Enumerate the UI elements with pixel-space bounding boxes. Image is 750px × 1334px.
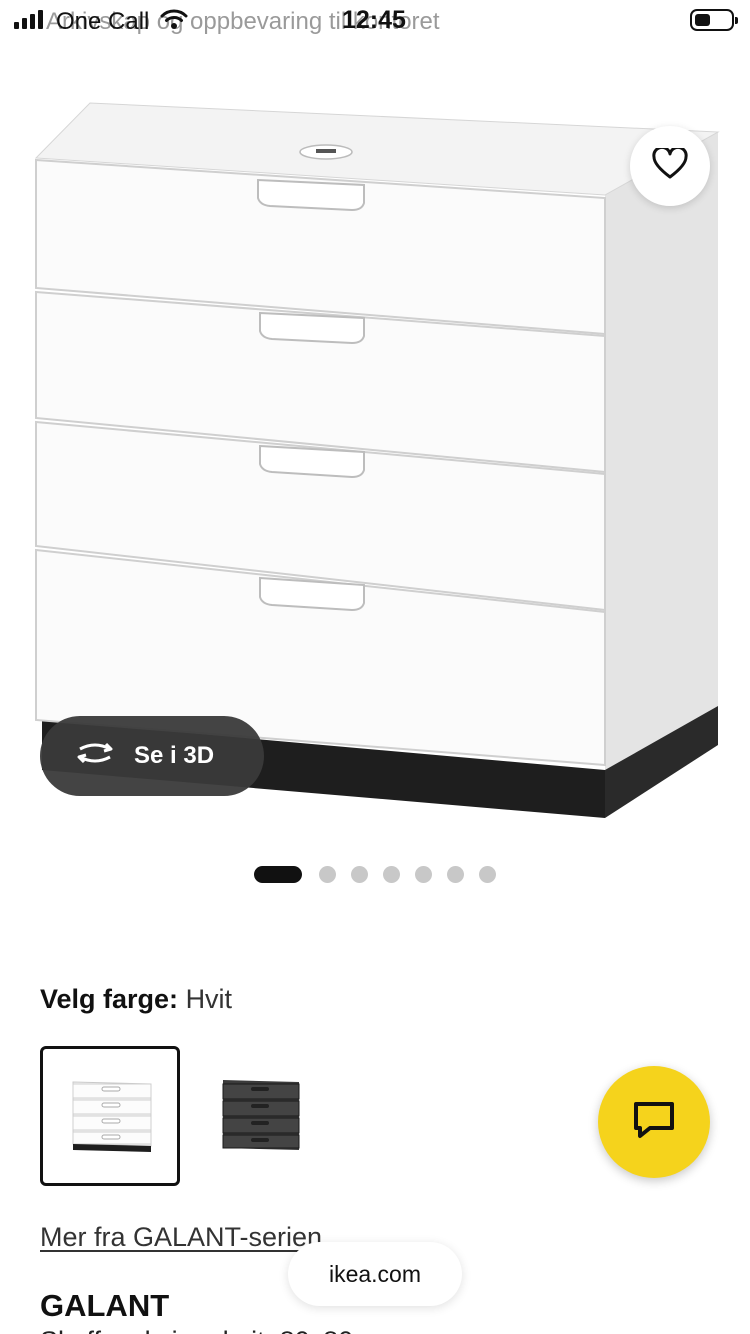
color-swatch-white[interactable]	[40, 1046, 180, 1186]
carousel-dot-active[interactable]	[254, 866, 302, 883]
heart-outline-icon	[652, 145, 688, 185]
product-description: Skuffeseksjon, hvit, 80x80 cm	[40, 1326, 397, 1334]
carousel-dot[interactable]	[447, 866, 464, 883]
browser-url: ikea.com	[328, 1260, 422, 1287]
view-3d-label: Se i 3D	[134, 742, 215, 769]
color-value: Hvit	[185, 984, 233, 1014]
color-swatch-black[interactable]	[186, 1046, 326, 1186]
carousel-dot[interactable]	[479, 866, 496, 883]
carrier-name: One Call	[56, 8, 150, 35]
battery-icon	[690, 9, 738, 31]
black-drawer-thumbnail	[222, 1080, 300, 1150]
rotate-3d-icon	[74, 739, 116, 774]
status-bar: Arkivskap og oppbevaring til kontoret On…	[0, 0, 750, 40]
white-drawer-thumbnail	[72, 1081, 152, 1152]
browser-url-bar[interactable]: ikea.com	[288, 1242, 462, 1306]
clock: 12:45	[342, 6, 406, 34]
color-selection-label: Velg farge: Hvit	[40, 984, 232, 1015]
wifi-icon	[160, 8, 188, 35]
favorite-button[interactable]	[630, 126, 710, 206]
carousel-dot[interactable]	[319, 866, 336, 883]
carousel-indicator[interactable]	[254, 866, 496, 883]
chat-bubble-icon	[632, 1100, 676, 1145]
view-3d-button[interactable]: Se i 3D	[40, 716, 264, 796]
series-link[interactable]: Mer fra GALANT-serien	[40, 1222, 322, 1253]
chat-button[interactable]	[598, 1066, 710, 1178]
signal-icon	[14, 10, 43, 29]
color-label: Velg farge:	[40, 984, 179, 1014]
carousel-dot[interactable]	[415, 866, 432, 883]
carousel-dot[interactable]	[383, 866, 400, 883]
carousel-dot[interactable]	[351, 866, 368, 883]
product-name: GALANT	[40, 1288, 170, 1323]
